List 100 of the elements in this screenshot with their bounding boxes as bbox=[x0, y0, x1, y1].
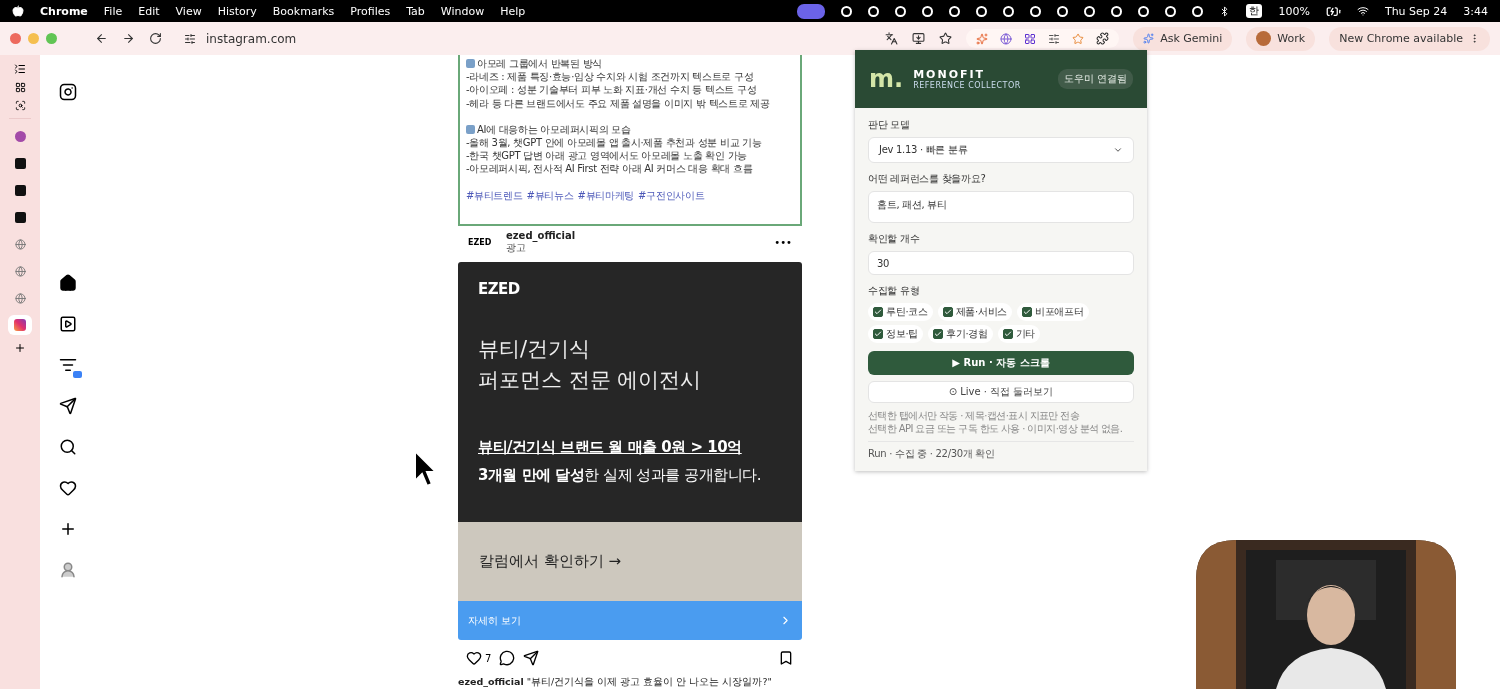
field-label: 판단 모델 bbox=[868, 118, 911, 132]
checkbox[interactable] bbox=[873, 329, 883, 339]
hashtag-link[interactable]: #구전인사이트 bbox=[638, 188, 705, 202]
reload-icon[interactable] bbox=[149, 32, 162, 45]
new-tab-icon[interactable] bbox=[14, 342, 26, 354]
type-chip[interactable]: 정보·팁 bbox=[868, 325, 923, 343]
type-chip[interactable]: 후기·경험 bbox=[928, 325, 993, 343]
post-line: 아모레 그룹에서 반복된 방식 bbox=[477, 57, 603, 71]
favicon-icon bbox=[14, 130, 26, 142]
install-icon[interactable] bbox=[912, 32, 926, 45]
checkbox[interactable] bbox=[1022, 307, 1033, 317]
status-icon[interactable] bbox=[1003, 5, 1015, 17]
url-text: instagram.com bbox=[206, 31, 297, 46]
hashtag-link[interactable]: #뷰티트렌드 bbox=[466, 188, 523, 202]
extension-icon[interactable] bbox=[1048, 32, 1061, 45]
bookmark-star-icon[interactable] bbox=[939, 32, 953, 45]
sidebar-toggle-icon[interactable] bbox=[14, 63, 26, 75]
run-button[interactable]: ▶ Run · 자동 스크롤 bbox=[868, 351, 1134, 375]
forward-icon[interactable] bbox=[122, 32, 135, 45]
field-label: 확인할 개수 bbox=[868, 232, 921, 246]
menu-item[interactable]: Tab bbox=[406, 4, 425, 18]
site-settings-icon[interactable] bbox=[184, 32, 196, 45]
type-chip[interactable]: 비포애프터 bbox=[1017, 303, 1089, 321]
status-icon[interactable] bbox=[1138, 5, 1150, 17]
nav-button[interactable] bbox=[57, 478, 78, 498]
hashtag-link[interactable]: #뷰티마케팅 bbox=[577, 188, 635, 202]
status-icon[interactable] bbox=[1192, 5, 1204, 17]
update-button[interactable]: New Chrome available bbox=[1329, 26, 1490, 51]
status-icon[interactable] bbox=[895, 5, 907, 17]
translate-icon[interactable] bbox=[885, 32, 899, 45]
live-button[interactable]: ⊙ Live · 직접 둘러보기 bbox=[868, 381, 1134, 403]
apple-icon[interactable] bbox=[12, 5, 24, 17]
hashtag-link[interactable]: #뷰티뉴스 bbox=[526, 188, 574, 202]
grid-icon[interactable] bbox=[14, 82, 26, 93]
status-icon[interactable] bbox=[868, 5, 880, 17]
favicon-icon bbox=[14, 184, 26, 196]
like-icon[interactable] bbox=[466, 650, 482, 667]
extension-icon[interactable] bbox=[1024, 32, 1037, 45]
status-icon[interactable] bbox=[1057, 5, 1069, 17]
extension-icon[interactable] bbox=[1000, 32, 1013, 45]
gemini-icon bbox=[1143, 33, 1155, 44]
share-icon[interactable] bbox=[523, 650, 540, 667]
menu-item[interactable]: Bookmarks bbox=[272, 4, 335, 18]
query-field[interactable]: 홈트, 패션, 뷰티 bbox=[868, 191, 1134, 223]
status-icon[interactable] bbox=[1165, 5, 1177, 17]
status-icon[interactable] bbox=[949, 5, 961, 17]
status-text: Run · 수집 중 · 22/30개 확인 bbox=[868, 447, 996, 461]
post-line: -한국 챗GPT 답변 아래 광고 영역에서도 아모레몰 노출 확인 가능 bbox=[466, 149, 747, 163]
globe-icon bbox=[14, 238, 26, 250]
heart-icon bbox=[58, 479, 77, 497]
checkbox[interactable] bbox=[1002, 329, 1013, 339]
type-chip[interactable]: 기타 bbox=[997, 325, 1041, 343]
menu-item[interactable]: Edit bbox=[138, 4, 160, 18]
input-source[interactable]: 한 bbox=[1246, 4, 1263, 18]
menu-item[interactable]: Window bbox=[440, 4, 485, 18]
type-chip[interactable]: 루틴·코스 bbox=[868, 303, 933, 321]
status-icon[interactable] bbox=[1111, 5, 1123, 17]
more-button[interactable]: ••• bbox=[774, 237, 792, 249]
menu-item[interactable]: History bbox=[217, 4, 257, 18]
instagram-icon[interactable] bbox=[58, 83, 77, 101]
brand-logo: EZED bbox=[478, 279, 521, 298]
favicon-icon bbox=[14, 211, 26, 223]
nav-button[interactable] bbox=[57, 273, 78, 293]
wifi-icon[interactable] bbox=[1356, 5, 1369, 17]
status-icon[interactable] bbox=[1084, 5, 1096, 17]
status-icon[interactable] bbox=[976, 5, 988, 17]
model-select[interactable]: Jev 1.13 · 빠른 분류 bbox=[868, 137, 1134, 163]
menu-item[interactable]: Help bbox=[500, 4, 526, 18]
menu-item[interactable]: Chrome bbox=[40, 4, 88, 18]
nav-button[interactable] bbox=[57, 396, 78, 416]
checkbox[interactable] bbox=[873, 307, 883, 317]
date: Thu Sep 24 bbox=[1384, 4, 1448, 18]
close-button[interactable] bbox=[10, 33, 21, 44]
post-line: -아모레퍼시픽, 전사적 AI First 전략 아래 AI 커머스 대응 확대 흐름 bbox=[466, 162, 753, 176]
avatar-logo[interactable]: EZED bbox=[468, 238, 494, 248]
checkbox[interactable] bbox=[942, 307, 953, 317]
back-icon[interactable] bbox=[95, 32, 108, 45]
app-title: MONOFIT bbox=[913, 68, 987, 81]
account-name[interactable]: ezed_official bbox=[506, 230, 763, 242]
status-icon[interactable] bbox=[922, 5, 934, 17]
number-icon bbox=[466, 59, 475, 69]
like-count: 7 bbox=[485, 652, 492, 664]
comment-icon[interactable] bbox=[499, 650, 516, 667]
menu-item[interactable]: Profiles bbox=[350, 4, 391, 18]
menu-item[interactable]: View bbox=[175, 4, 202, 18]
reels-icon bbox=[58, 315, 77, 333]
avatar-icon bbox=[1256, 31, 1272, 46]
count-field[interactable]: 30 bbox=[868, 251, 1134, 275]
type-chip[interactable]: 제품·서비스 bbox=[937, 303, 1013, 321]
save-icon[interactable] bbox=[778, 650, 794, 667]
gemini-button[interactable]: Ask Gemini bbox=[1133, 26, 1233, 51]
profile-button[interactable]: Work bbox=[1246, 26, 1316, 51]
extensions-icon[interactable] bbox=[1096, 32, 1110, 45]
address-bar[interactable]: instagram.com bbox=[176, 26, 872, 51]
status-icon[interactable] bbox=[1030, 5, 1042, 17]
instagram-icon bbox=[14, 319, 26, 331]
menu-item[interactable]: File bbox=[103, 4, 123, 18]
checkbox[interactable] bbox=[933, 329, 943, 339]
tab-search-icon[interactable] bbox=[14, 100, 26, 111]
status-icon[interactable] bbox=[841, 5, 853, 17]
